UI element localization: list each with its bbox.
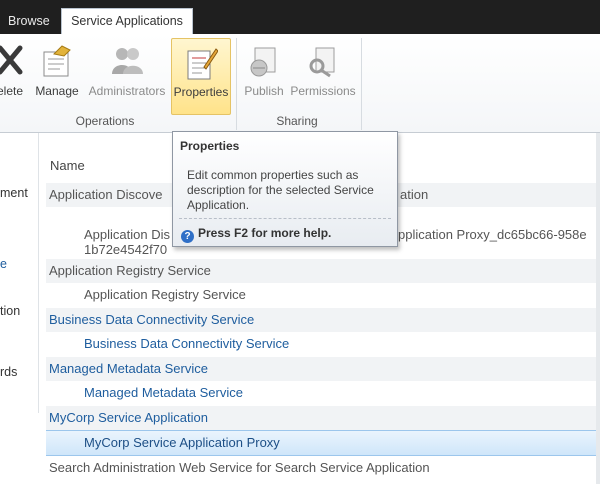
list-item-link[interactable]: Managed Metadata Service — [84, 381, 243, 405]
properties-button[interactable]: Properties — [171, 38, 231, 115]
administrators-icon — [110, 44, 144, 81]
list-item-label: Application Dis — [84, 227, 170, 242]
list-item-link[interactable]: Managed Metadata Service — [49, 357, 208, 381]
list-item-selected[interactable]: MyCorp Service Application Proxy — [46, 430, 600, 456]
tab-service-applications[interactable]: Service Applications — [61, 8, 193, 35]
list-item-label: Application Registry Service — [84, 287, 246, 302]
administrators-button-label: Administrators — [88, 84, 166, 98]
list-item[interactable]: Managed Metadata Service — [46, 381, 600, 405]
manage-button-label: Manage — [35, 84, 79, 98]
nav-item[interactable]: tion — [0, 304, 20, 318]
tooltip-description: Edit common properties such as descripti… — [187, 168, 374, 212]
list-item[interactable]: Application Registry Service — [46, 259, 600, 283]
properties-tooltip: Properties Edit common properties such a… — [172, 131, 398, 247]
delete-button-label: elete — [0, 84, 24, 98]
tooltip-help: ? Press F2 for more help. — [181, 226, 331, 243]
help-icon: ? — [181, 230, 194, 243]
group-label-sharing: Sharing — [276, 114, 318, 128]
nav-item[interactable]: rds — [0, 365, 17, 379]
group-label-operations: Operations — [75, 114, 135, 128]
tooltip-divider — [179, 218, 391, 219]
publish-icon — [247, 44, 281, 81]
properties-icon — [184, 45, 219, 84]
list-item-link[interactable]: Business Data Connectivity Service — [84, 332, 289, 356]
nav-item[interactable]: ment — [0, 186, 28, 200]
list-item-label: MyCorp Service Application Proxy — [84, 435, 280, 450]
nav-item[interactable]: e — [0, 257, 7, 271]
list-item[interactable]: Business Data Connectivity Service — [46, 332, 600, 356]
list-item-label-line2: 1b72e4542f70 — [84, 242, 168, 257]
scrollbar[interactable] — [596, 133, 600, 484]
group-separator — [361, 38, 362, 130]
manage-icon — [40, 44, 74, 81]
list-item-link[interactable]: MyCorp Service Application — [49, 406, 208, 430]
list-item-label: Search Administration Web Service for Se… — [49, 460, 430, 475]
ribbon: elete Manage Administrators Properties P… — [0, 34, 600, 133]
list-item-label: Application Discove — [49, 187, 163, 202]
ribbon-tab-strip: Browse Service Applications — [0, 0, 600, 35]
left-navigation: ment e tion rds — [0, 133, 39, 413]
permissions-button-label: Permissions — [290, 84, 356, 98]
list-item[interactable]: Managed Metadata Service — [46, 357, 600, 381]
publish-button-label: Publish — [244, 84, 284, 98]
list-item-label-trailing: ation — [400, 187, 429, 202]
list-item[interactable]: MyCorp Service Application — [46, 406, 600, 430]
list-item[interactable]: Search Administration Web Service for Se… — [46, 456, 600, 480]
list-item-label-trailing: pplication Proxy_dc65bc66-958e — [398, 227, 587, 242]
permissions-button[interactable]: Permissions — [290, 38, 356, 104]
tab-browse[interactable]: Browse — [0, 9, 56, 34]
delete-x-icon — [0, 44, 24, 79]
list-item[interactable]: Business Data Connectivity Service — [46, 308, 600, 332]
list-item-label: Application Registry Service — [49, 263, 211, 278]
properties-button-label: Properties — [173, 85, 229, 99]
delete-button[interactable]: elete — [0, 38, 28, 104]
tooltip-help-text: Press F2 for more help. — [198, 226, 332, 240]
list-item[interactable]: Application Registry Service — [46, 283, 600, 307]
permissions-icon — [306, 44, 340, 81]
list-item-link[interactable]: Business Data Connectivity Service — [49, 308, 254, 332]
administrators-button[interactable]: Administrators — [84, 38, 170, 104]
column-header-name[interactable]: Name — [50, 158, 85, 173]
tooltip-title: Properties — [180, 139, 240, 153]
publish-button[interactable]: Publish — [241, 38, 287, 104]
manage-button[interactable]: Manage — [33, 38, 81, 104]
